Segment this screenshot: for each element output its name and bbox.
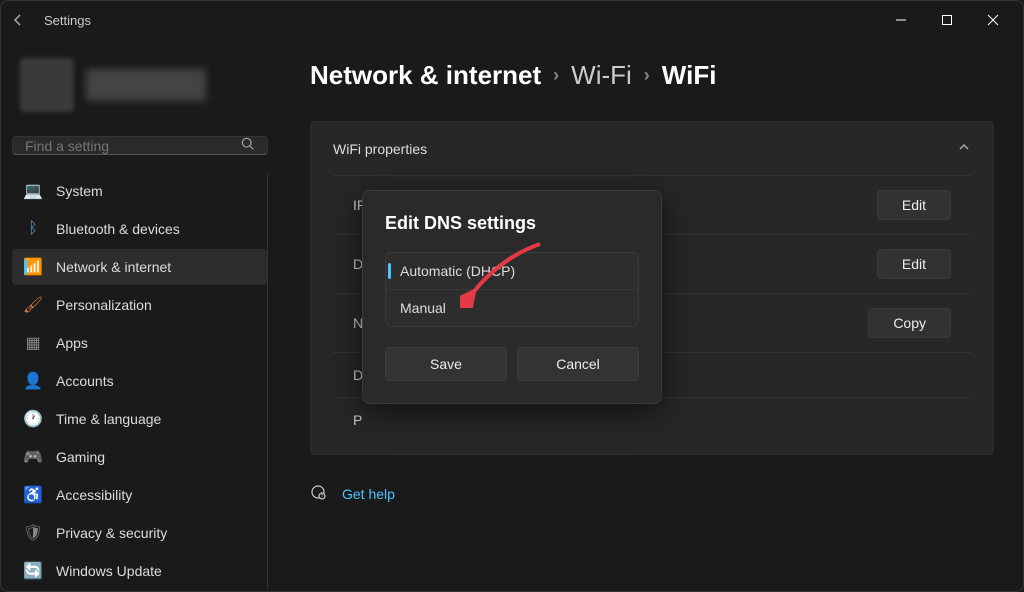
back-button[interactable] <box>8 10 28 30</box>
edit-button[interactable]: Edit <box>877 249 951 279</box>
avatar <box>20 58 74 112</box>
nav-label: Personalization <box>56 297 152 313</box>
option-automatic[interactable]: Automatic (DHCP) <box>386 253 638 290</box>
close-button[interactable] <box>970 4 1016 36</box>
nav-icon: ▦ <box>24 334 42 352</box>
user-profile[interactable] <box>12 50 268 120</box>
nav-label: Accessibility <box>56 487 132 503</box>
sidebar-item-gaming[interactable]: 🎮 Gaming <box>12 439 267 475</box>
nav-icon: ᛒ <box>24 220 42 238</box>
dns-mode-dropdown[interactable]: Automatic (DHCP) Manual <box>385 252 639 327</box>
sidebar-item-accessibility[interactable]: ♿ Accessibility <box>12 477 267 513</box>
help-icon: ? <box>310 483 328 504</box>
panel-title: WiFi properties <box>333 141 427 157</box>
nav-icon: 📶 <box>24 258 42 276</box>
chevron-right-icon: › <box>553 65 559 86</box>
nav-icon: ♿ <box>24 486 42 504</box>
option-manual[interactable]: Manual <box>386 290 638 326</box>
get-help-link[interactable]: ? Get help <box>310 475 994 512</box>
help-label: Get help <box>342 486 395 502</box>
nav-label: Windows Update <box>56 563 162 579</box>
svg-text:?: ? <box>321 494 324 500</box>
cancel-button[interactable]: Cancel <box>517 347 639 381</box>
maximize-button[interactable] <box>924 4 970 36</box>
nav-label: Accounts <box>56 373 114 389</box>
nav-icon: 💻 <box>24 182 42 200</box>
profile-name <box>86 69 206 101</box>
save-button[interactable]: Save <box>385 347 507 381</box>
search-icon <box>241 137 255 154</box>
nav-label: Network & internet <box>56 259 171 275</box>
sidebar-item-privacy-security[interactable]: 🛡 Privacy & security <box>12 515 267 551</box>
nav-label: System <box>56 183 103 199</box>
nav-icon: 🖌 <box>24 296 42 314</box>
nav-icon: 🛡 <box>24 524 42 542</box>
copy-button[interactable]: Copy <box>868 308 951 338</box>
edit-dns-dialog: Edit DNS settings Automatic (DHCP) Manua… <box>362 190 662 404</box>
panel-header[interactable]: WiFi properties <box>311 122 993 175</box>
sidebar-item-apps[interactable]: ▦ Apps <box>12 325 267 361</box>
breadcrumb-current: WiFi <box>662 60 717 91</box>
nav-label: Bluetooth & devices <box>56 221 180 237</box>
nav-label: Apps <box>56 335 88 351</box>
minimize-button[interactable] <box>878 4 924 36</box>
nav-label: Privacy & security <box>56 525 167 541</box>
sidebar-item-accounts[interactable]: 👤 Accounts <box>12 363 267 399</box>
nav-icon: 🎮 <box>24 448 42 466</box>
nav-icon: 🔄 <box>24 562 42 580</box>
nav-icon: 🕐 <box>24 410 42 428</box>
sidebar-item-time-language[interactable]: 🕐 Time & language <box>12 401 267 437</box>
breadcrumb-level1[interactable]: Wi-Fi <box>571 60 632 91</box>
sidebar-item-bluetooth-devices[interactable]: ᛒ Bluetooth & devices <box>12 211 267 247</box>
edit-button[interactable]: Edit <box>877 190 951 220</box>
sidebar-item-windows-update[interactable]: 🔄 Windows Update <box>12 553 267 589</box>
breadcrumb-root[interactable]: Network & internet <box>310 60 541 91</box>
nav-icon: 👤 <box>24 372 42 390</box>
sidebar-item-personalization[interactable]: 🖌 Personalization <box>12 287 267 323</box>
dialog-title: Edit DNS settings <box>385 213 639 234</box>
nav-label: Gaming <box>56 449 105 465</box>
search-input-container[interactable] <box>12 136 268 155</box>
prop-label: P <box>353 412 513 428</box>
window-title: Settings <box>44 13 91 28</box>
nav-list: 💻 System ᛒ Bluetooth & devices 📶 Network & in… <box>12 173 268 589</box>
breadcrumb: Network & internet › Wi-Fi › WiFi <box>310 60 994 91</box>
search-input[interactable] <box>25 138 241 154</box>
nav-label: Time & language <box>56 411 161 427</box>
sidebar-item-network-internet[interactable]: 📶 Network & internet <box>12 249 267 285</box>
chevron-right-icon: › <box>644 65 650 86</box>
chevron-up-icon <box>957 140 971 157</box>
sidebar-item-system[interactable]: 💻 System <box>12 173 267 209</box>
